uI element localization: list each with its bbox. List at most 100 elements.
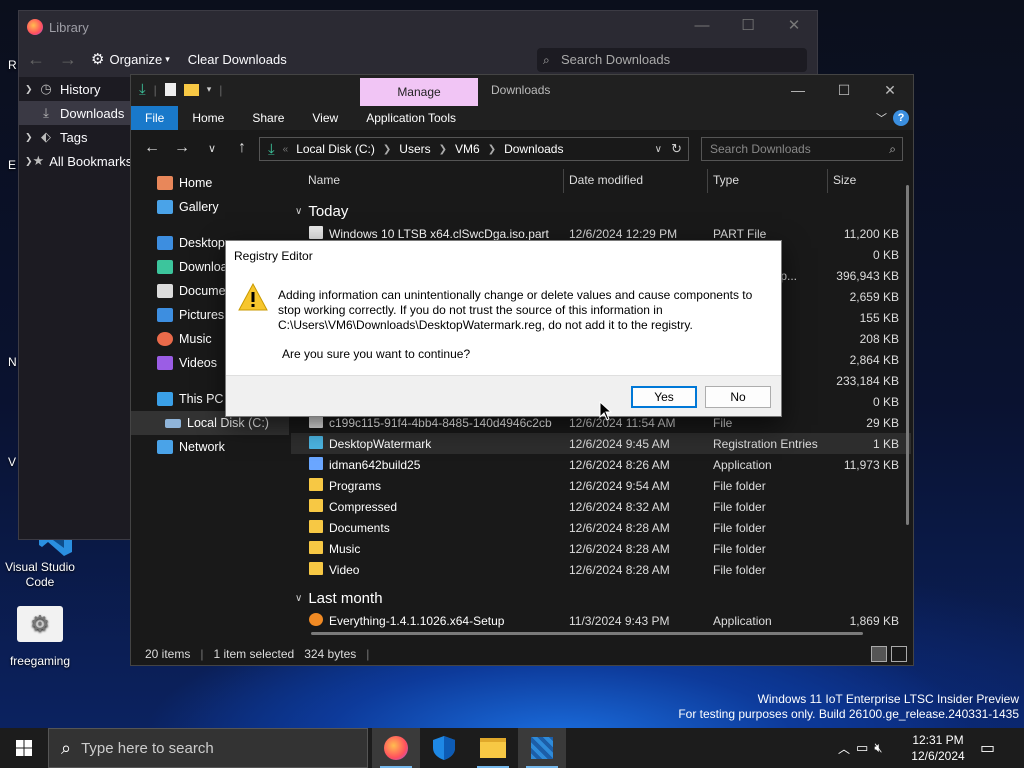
forward-arrow-icon[interactable]: → <box>59 49 77 70</box>
notification-icon[interactable]: ▭ <box>980 738 995 758</box>
folder-icon <box>309 520 323 533</box>
clear-downloads-button[interactable]: Clear Downloads <box>188 52 287 67</box>
start-button[interactable] <box>0 728 48 768</box>
desktop-icon-fragment: V <box>8 455 17 469</box>
refresh-icon[interactable]: ↻ <box>671 141 682 157</box>
close-button[interactable]: ✕ <box>771 11 817 43</box>
group-header-today[interactable]: ∨ Today <box>291 199 911 223</box>
gear-icon: ⚙ <box>91 51 105 68</box>
table-row[interactable]: Documents 12/6/2024 8:28 AM File folder <box>291 517 911 538</box>
desktop-icon-freegaming[interactable]: ⚙ freegaming <box>0 606 80 668</box>
table-row[interactable]: Music 12/6/2024 8:28 AM File folder <box>291 538 911 559</box>
everything-app-icon <box>309 613 323 626</box>
back-arrow-icon[interactable]: ← <box>137 139 167 157</box>
chevron-up-icon[interactable]: ︿ <box>838 740 850 757</box>
up-arrow-icon[interactable]: ↑ <box>227 139 257 157</box>
column-date-modified[interactable]: Date modified <box>569 173 643 187</box>
nav-item-network[interactable]: Network <box>131 435 289 459</box>
mouse-cursor-icon <box>599 401 613 421</box>
breadcrumb-vm6[interactable]: VM6 <box>455 142 480 156</box>
column-type[interactable]: Type <box>713 173 739 187</box>
group-header-last-month[interactable]: ∨ Last month <box>291 586 911 610</box>
back-arrow-icon[interactable]: ← <box>27 49 45 70</box>
tab-home[interactable]: Home <box>178 106 238 130</box>
close-button[interactable]: ✕ <box>867 75 913 105</box>
column-headers: Name Date modified Type Size <box>291 167 911 193</box>
qat-dropdown-icon[interactable]: ▾ <box>207 84 212 95</box>
chevron-down-icon[interactable]: ﹀ <box>876 110 887 126</box>
sidebar-item-history[interactable]: ❯ ◷ History <box>19 77 131 101</box>
yes-button[interactable]: Yes <box>631 386 697 408</box>
large-icons-view-icon[interactable] <box>891 646 907 662</box>
no-button[interactable]: No <box>705 386 771 408</box>
taskbar-registry-editor[interactable] <box>518 728 566 768</box>
dialog-button-bar: Yes No <box>226 375 781 416</box>
tab-share[interactable]: Share <box>238 106 298 130</box>
horizontal-scrollbar[interactable] <box>311 632 863 635</box>
file-icon <box>309 226 323 239</box>
table-row[interactable]: Compressed 12/6/2024 8:32 AM File folder <box>291 496 911 517</box>
properties-icon[interactable] <box>164 83 176 96</box>
breadcrumb-users[interactable]: Users <box>399 142 430 156</box>
help-icon[interactable]: ? <box>893 110 909 126</box>
clock-icon: ◷ <box>40 81 52 96</box>
search-icon: ⌕ <box>61 737 72 758</box>
maximize-button[interactable]: ☐ <box>821 75 867 105</box>
new-folder-icon[interactable] <box>183 83 199 96</box>
table-row-selected[interactable]: DesktopWatermark 12/6/2024 9:45 AM Registr… <box>291 433 911 454</box>
taskbar-search-box[interactable]: ⌕ Type here to search <box>48 728 368 768</box>
warning-icon <box>238 283 268 311</box>
sidebar-item-downloads[interactable]: ⤓ Downloads <box>19 101 131 125</box>
organize-button[interactable]: ⚙ Organize ▾ <box>91 50 170 68</box>
details-view-icon[interactable] <box>871 646 887 662</box>
window-title: Downloads <box>491 83 551 97</box>
tab-application-tools[interactable]: Application Tools <box>352 106 470 130</box>
breadcrumb-local-disk[interactable]: Local Disk (C:) <box>296 142 375 156</box>
address-dropdown-icon[interactable]: ∨ <box>655 144 662 155</box>
tab-file[interactable]: File <box>131 106 179 130</box>
tab-manage[interactable]: Manage <box>360 78 478 106</box>
sidebar-item-all-bookmarks[interactable]: ❯ ★ All Bookmarks <box>19 149 132 173</box>
documents-icon <box>157 284 173 298</box>
column-name[interactable]: Name <box>308 173 340 187</box>
vertical-scrollbar[interactable] <box>906 185 909 525</box>
address-bar[interactable]: ⤓ « Local Disk (C:) ❯ Users ❯ VM6 ❯ Down… <box>259 137 689 161</box>
recent-locations-chevron-icon[interactable]: ∨ <box>197 142 227 155</box>
table-row[interactable]: Video 12/6/2024 8:28 AM File folder <box>291 559 911 580</box>
sidebar-item-tags[interactable]: ❯ ⬖ Tags <box>19 125 131 149</box>
nav-item-home[interactable]: Home <box>131 171 289 195</box>
quick-access-toolbar: ⤓ | ▾ | <box>139 81 223 98</box>
nav-item-gallery[interactable]: Gallery <box>131 195 289 219</box>
minimize-button[interactable]: — <box>775 75 821 105</box>
music-icon <box>157 332 173 346</box>
taskbar-security[interactable] <box>420 728 468 768</box>
ribbon-tabs: File Home Share View Application Tools ﹀… <box>131 106 913 130</box>
table-row[interactable]: idman642build25 12/6/2024 8:26 AM Applicat… <box>291 454 911 475</box>
search-icon: ⌕ <box>889 142 896 156</box>
minimize-button[interactable]: — <box>679 11 725 43</box>
navigation-bar: ← → ∨ ↑ ⤓ « Local Disk (C:) ❯ Users ❯ VM… <box>131 130 913 166</box>
system-tray: ︿ ▭ 🔇︎ <box>838 728 883 768</box>
windows-watermark: Windows 11 IoT Enterprise LTSC Insider P… <box>678 692 1019 721</box>
taskbar-file-explorer[interactable] <box>469 728 517 768</box>
table-row[interactable]: Everything-1.4.1.1026.x64-Setup 11/3/2024… <box>291 610 911 631</box>
maximize-button[interactable]: ☐ <box>725 11 771 43</box>
tab-view[interactable]: View <box>298 106 352 130</box>
registry-file-icon <box>309 436 323 449</box>
volume-muted-icon[interactable]: 🔇︎ <box>874 740 882 756</box>
settings-file-icon: ⚙ <box>17 606 63 642</box>
gallery-icon <box>157 200 173 214</box>
column-size[interactable]: Size <box>833 173 856 187</box>
breadcrumb-downloads[interactable]: Downloads <box>504 142 563 156</box>
explorer-search-input[interactable]: Search Downloads ⌕ <box>701 137 903 161</box>
pictures-icon <box>157 308 173 322</box>
taskbar-firefox[interactable] <box>372 728 420 768</box>
forward-arrow-icon[interactable]: → <box>167 139 197 157</box>
videos-icon <box>157 356 173 370</box>
clock[interactable]: 12:31 PM 12/6/2024 <box>905 732 971 764</box>
table-row[interactable]: Programs 12/6/2024 9:54 AM File folder <box>291 475 911 496</box>
download-arrow-icon: ⤓ <box>139 81 146 98</box>
network-icon[interactable]: ▭ <box>856 740 868 756</box>
library-search-input[interactable]: ⌕ Search Downloads <box>537 48 807 72</box>
folder-icon <box>309 478 323 491</box>
